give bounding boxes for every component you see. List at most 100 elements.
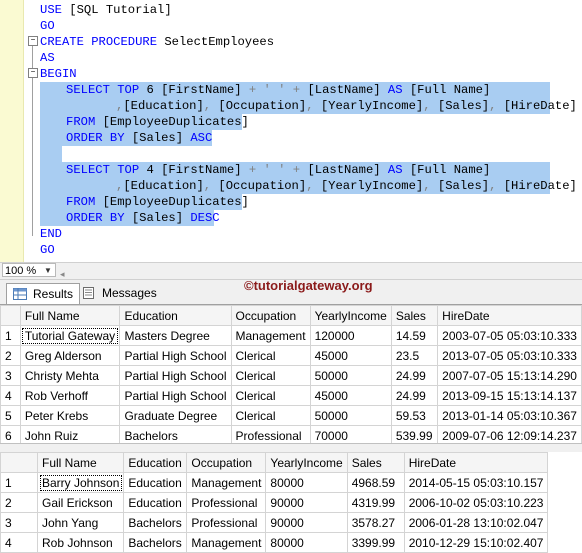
table-cell[interactable]: Peter Krebs	[19, 405, 121, 426]
table-row[interactable]: 2 Gail Erickson Education Professional 90000…	[0, 492, 549, 513]
table-cell[interactable]: 2006-10-02 05:03:10.223	[403, 492, 549, 513]
table-cell[interactable]: Partial High School	[119, 385, 232, 406]
table-row[interactable]: 5 Peter Krebs Graduate Degree Clerical 50000…	[0, 405, 582, 426]
table-cell[interactable]: 2014-05-15 05:03:10.157	[403, 472, 549, 493]
table-cell[interactable]: Bachelors	[123, 512, 188, 533]
row-number[interactable]: 4	[0, 385, 21, 406]
column-header[interactable]: YearlyIncome	[309, 305, 392, 326]
table-cell[interactable]: Graduate Degree	[119, 405, 232, 426]
collapse-begin-icon[interactable]: −	[28, 68, 38, 78]
table-cell[interactable]: 80000	[265, 532, 348, 553]
table-row[interactable]: 4 Rob Johnson Bachelors Management 80000 3399…	[0, 532, 549, 553]
column-header[interactable]: Education	[119, 305, 232, 326]
table-cell[interactable]: Management	[230, 325, 311, 346]
table-cell[interactable]: 14.59	[390, 325, 439, 346]
table-cell[interactable]: Bachelors	[123, 532, 188, 553]
table-cell[interactable]: Clerical	[230, 405, 311, 426]
table-cell[interactable]: 90000	[265, 492, 348, 513]
column-header[interactable]: Occupation	[230, 305, 311, 326]
row-number[interactable]: 4	[0, 532, 38, 553]
table-cell[interactable]: 2010-12-29 15:10:02.407	[403, 532, 549, 553]
table-cell[interactable]: 24.99	[390, 365, 439, 386]
table-cell[interactable]: 3399.99	[346, 532, 405, 553]
row-number[interactable]: 1	[0, 472, 38, 493]
row-number[interactable]: 1	[0, 325, 21, 346]
column-header[interactable]: YearlyIncome	[265, 452, 348, 473]
grid-corner[interactable]	[0, 305, 21, 326]
table-cell[interactable]: 45000	[309, 385, 392, 406]
table-cell[interactable]: Management	[186, 532, 267, 553]
table-cell[interactable]: Gail Erickson	[36, 492, 125, 513]
column-header[interactable]: Education	[123, 452, 188, 473]
table-cell[interactable]: Rob Johnson	[36, 532, 125, 553]
column-header[interactable]: Full Name	[36, 452, 125, 473]
row-number[interactable]: 2	[0, 345, 21, 366]
code-token: BEGIN	[40, 67, 77, 81]
column-header[interactable]: HireDate	[403, 452, 549, 473]
column-header[interactable]: Occupation	[186, 452, 267, 473]
table-cell[interactable]: 2013-07-05 05:03:10.333	[437, 345, 582, 366]
table-cell[interactable]: Education	[123, 472, 188, 493]
table-cell[interactable]: 90000	[265, 512, 348, 533]
column-header[interactable]: HireDate	[437, 305, 582, 326]
table-row[interactable]: 3 John Yang Bachelors Professional 90000 3578…	[0, 512, 549, 533]
table-cell[interactable]: Professional	[186, 512, 267, 533]
row-number[interactable]: 5	[0, 405, 21, 426]
table-cell[interactable]: Clerical	[230, 365, 311, 386]
table-cell[interactable]: 45000	[309, 345, 392, 366]
table-cell[interactable]: 50000	[309, 405, 392, 426]
table-cell[interactable]: Partial High School	[119, 345, 232, 366]
table-cell[interactable]: Christy Mehta	[19, 365, 121, 386]
table-cell[interactable]: 2006-01-28 13:10:02.047	[403, 512, 549, 533]
table-cell[interactable]: Greg Alderson	[19, 345, 121, 366]
table-cell[interactable]: Education	[123, 492, 188, 513]
table-cell[interactable]: Clerical	[230, 345, 311, 366]
table-cell[interactable]: 2007-07-05 15:13:14.290	[437, 365, 582, 386]
column-header[interactable]: Sales	[346, 452, 405, 473]
code-line: FROM [EmployeeDuplicates]	[0, 194, 582, 210]
table-row[interactable]: 1 Barry Johnson Education Management 80000 49…	[0, 472, 549, 493]
row-number[interactable]: 3	[0, 512, 38, 533]
result-grid-1[interactable]: Full Name Education Occupation YearlyIncome…	[0, 305, 582, 446]
code-token: FROM	[66, 115, 96, 129]
column-header[interactable]: Full Name	[19, 305, 121, 326]
tab-messages[interactable]: Messages	[76, 283, 163, 304]
code-text: ,[Education], [Occupation], [YearlyIncom…	[116, 98, 577, 114]
table-cell[interactable]: 120000	[309, 325, 392, 346]
column-header[interactable]: Sales	[390, 305, 439, 326]
table-cell[interactable]: 80000	[265, 472, 348, 493]
result-grid-2[interactable]: Full Name Education Occupation YearlyIncome…	[0, 452, 582, 553]
table-row[interactable]: 1 Tutorial Gateway Masters Degree Managemen…	[0, 325, 582, 346]
table-cell[interactable]: 2003-07-05 05:03:10.333	[437, 325, 582, 346]
table-cell[interactable]: Management	[186, 472, 267, 493]
table-cell[interactable]: 23.5	[390, 345, 439, 366]
table-cell[interactable]: Partial High School	[119, 365, 232, 386]
code-token: SelectEmployees	[157, 35, 275, 49]
table-cell[interactable]: 50000	[309, 365, 392, 386]
code-line: USE [SQL Tutorial]	[0, 2, 582, 18]
table-cell[interactable]: John Yang	[36, 512, 125, 533]
chevron-down-icon[interactable]: ▼	[44, 263, 52, 279]
grid-corner[interactable]	[0, 452, 38, 473]
row-number[interactable]: 3	[0, 365, 21, 386]
table-cell[interactable]: 4968.59	[346, 472, 405, 493]
row-number[interactable]: 2	[0, 492, 38, 513]
table-cell[interactable]: Rob Verhoff	[19, 385, 121, 406]
table-cell[interactable]: Masters Degree	[119, 325, 232, 346]
table-cell[interactable]: Clerical	[230, 385, 311, 406]
table-cell[interactable]: 2013-09-15 15:13:14.137	[437, 385, 582, 406]
sql-query-editor[interactable]: USE [SQL Tutorial] GO CREATE PROCEDURE Sel…	[0, 0, 582, 262]
table-cell[interactable]: 3578.27	[346, 512, 405, 533]
tab-results[interactable]: Results	[6, 283, 81, 304]
table-cell[interactable]: 59.53	[390, 405, 439, 426]
table-cell[interactable]: 4319.99	[346, 492, 405, 513]
table-row[interactable]: 2 Greg Alderson Partial High School Clerica…	[0, 345, 582, 366]
table-cell[interactable]: Professional	[186, 492, 267, 513]
table-cell[interactable]: 2013-01-14 05:03:10.367	[437, 405, 582, 426]
table-cell[interactable]: Tutorial Gateway	[19, 325, 121, 346]
table-row[interactable]: 4 Rob Verhoff Partial High School Clerical 4…	[0, 385, 582, 406]
table-cell[interactable]: Barry Johnson	[36, 472, 125, 493]
collapse-procedure-icon[interactable]: −	[28, 36, 38, 46]
table-cell[interactable]: 24.99	[390, 385, 439, 406]
table-row[interactable]: 3 Christy Mehta Partial High School Clerica…	[0, 365, 582, 386]
